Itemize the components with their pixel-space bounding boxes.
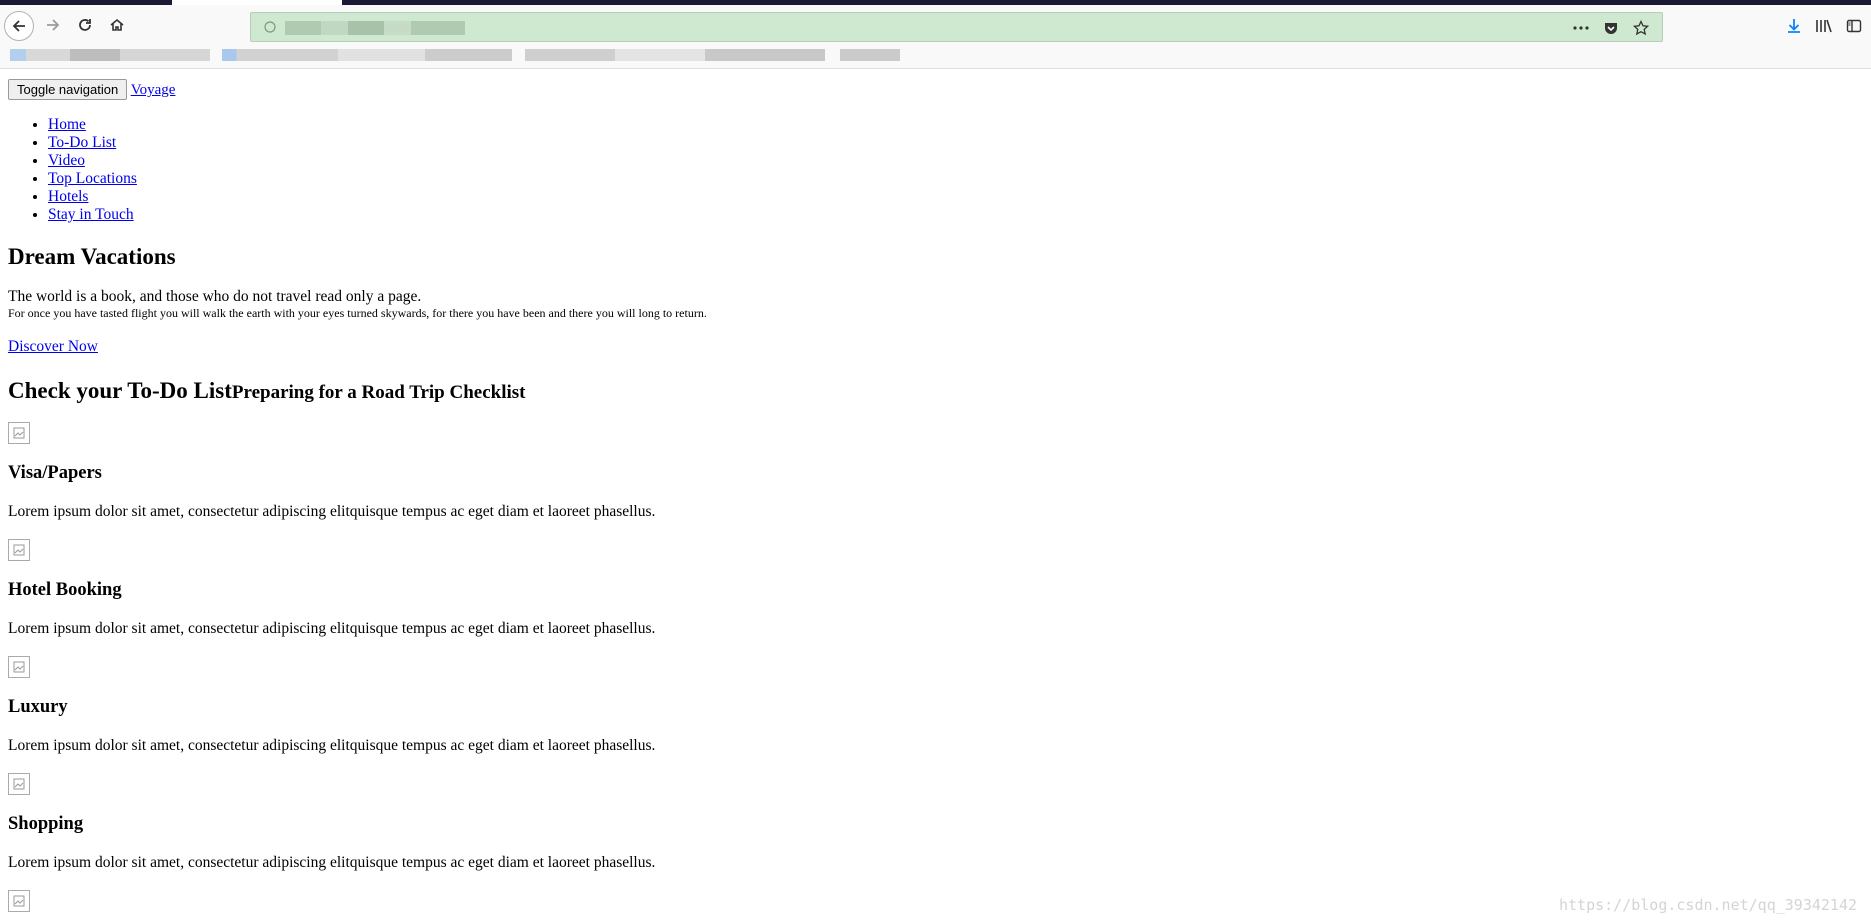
toggle-navigation-button[interactable]: Toggle navigation bbox=[8, 79, 128, 100]
menu-item-home: Home bbox=[48, 116, 1858, 134]
home-icon[interactable] bbox=[102, 10, 132, 40]
todo-subtitle: Preparing for a Road Trip Checklist bbox=[231, 382, 526, 403]
cta-paragraph: Discover Now bbox=[8, 338, 1858, 356]
todo-item: Hotel Booking Lorem ipsum dolor sit amet… bbox=[8, 539, 1858, 638]
broken-image-icon bbox=[8, 422, 30, 444]
url-text bbox=[285, 21, 465, 35]
menu-item-todo: To-Do List bbox=[48, 134, 1858, 152]
menu-item-hotels: Hotels bbox=[48, 188, 1858, 206]
todo-item-text: Lorem ipsum dolor sit amet, consectetur … bbox=[8, 503, 656, 520]
brand-link[interactable]: Voyage bbox=[131, 82, 176, 98]
pocket-icon[interactable] bbox=[1600, 17, 1622, 39]
menu-item-stay-in-touch: Stay in Touch bbox=[48, 206, 1858, 224]
todo-title-text: Check your To-Do List bbox=[8, 378, 232, 403]
tracking-protection-icon[interactable] bbox=[263, 20, 277, 34]
menu-item-video: Video bbox=[48, 152, 1858, 170]
library-icon[interactable] bbox=[1815, 17, 1833, 35]
hero-quote: The world is a book, and those who do no… bbox=[8, 288, 1858, 320]
todo-item-title: Shopping bbox=[8, 814, 84, 834]
bookmark-item[interactable] bbox=[10, 49, 210, 61]
broken-image-icon bbox=[8, 539, 30, 561]
bookmark-item[interactable] bbox=[222, 49, 512, 61]
todo-item-text: Lorem ipsum dolor sit amet, consectetur … bbox=[8, 854, 656, 871]
bookmark-item[interactable] bbox=[840, 49, 900, 61]
more-icon[interactable] bbox=[1570, 17, 1592, 39]
hero-quote-text: The world is a book, and those who do no… bbox=[8, 288, 422, 305]
bookmarks-toolbar bbox=[0, 43, 1871, 69]
menu-link[interactable]: Top Locations bbox=[48, 170, 137, 187]
todo-title: Check your To-Do ListPreparing for a Roa… bbox=[8, 378, 1858, 404]
menu-link[interactable]: To-Do List bbox=[48, 134, 116, 151]
watermark: https://blog.csdn.net/qq_39342142 bbox=[1558, 896, 1857, 914]
reload-icon[interactable] bbox=[70, 10, 100, 40]
main-menu: Home To-Do List Video Top Locations Hote… bbox=[8, 116, 1858, 224]
todo-item: Visa/Papers Lorem ipsum dolor sit amet, … bbox=[8, 422, 1858, 521]
back-arrow-icon[interactable] bbox=[4, 11, 34, 41]
menu-link[interactable]: Video bbox=[48, 152, 85, 169]
todo-item-title: Visa/Papers bbox=[8, 463, 102, 483]
todo-item: Shopping Lorem ipsum dolor sit amet, con… bbox=[8, 773, 1858, 872]
broken-image-icon bbox=[8, 773, 30, 795]
forward-arrow-icon[interactable] bbox=[38, 10, 68, 40]
todo-item-title: Luxury bbox=[8, 697, 68, 717]
todo-item-title: Hotel Booking bbox=[8, 580, 122, 600]
hero-subquote: For once you have tasted flight you will… bbox=[8, 306, 707, 320]
menu-link[interactable]: Home bbox=[48, 116, 86, 133]
url-bar[interactable] bbox=[250, 12, 1663, 42]
page-content: Toggle navigation Voyage Home To-Do List… bbox=[8, 69, 1858, 912]
navigation-toolbar bbox=[0, 5, 1871, 43]
download-icon[interactable] bbox=[1785, 17, 1803, 35]
sidebar-icon[interactable] bbox=[1845, 17, 1863, 35]
bookmark-item[interactable] bbox=[525, 49, 825, 61]
todo-item: Luxury Lorem ipsum dolor sit amet, conse… bbox=[8, 656, 1858, 755]
todo-item-text: Lorem ipsum dolor sit amet, consectetur … bbox=[8, 737, 656, 754]
broken-image-icon bbox=[8, 890, 30, 912]
menu-link[interactable]: Stay in Touch bbox=[48, 206, 134, 223]
menu-link[interactable]: Hotels bbox=[48, 188, 88, 205]
todo-item-text: Lorem ipsum dolor sit amet, consectetur … bbox=[8, 620, 656, 637]
star-icon[interactable] bbox=[1630, 17, 1652, 39]
menu-item-top-locations: Top Locations bbox=[48, 170, 1858, 188]
site-navbar: Toggle navigation Voyage bbox=[8, 79, 1858, 100]
hero-title: Dream Vacations bbox=[8, 244, 176, 269]
broken-image-icon bbox=[8, 656, 30, 678]
discover-now-link[interactable]: Discover Now bbox=[8, 338, 98, 355]
